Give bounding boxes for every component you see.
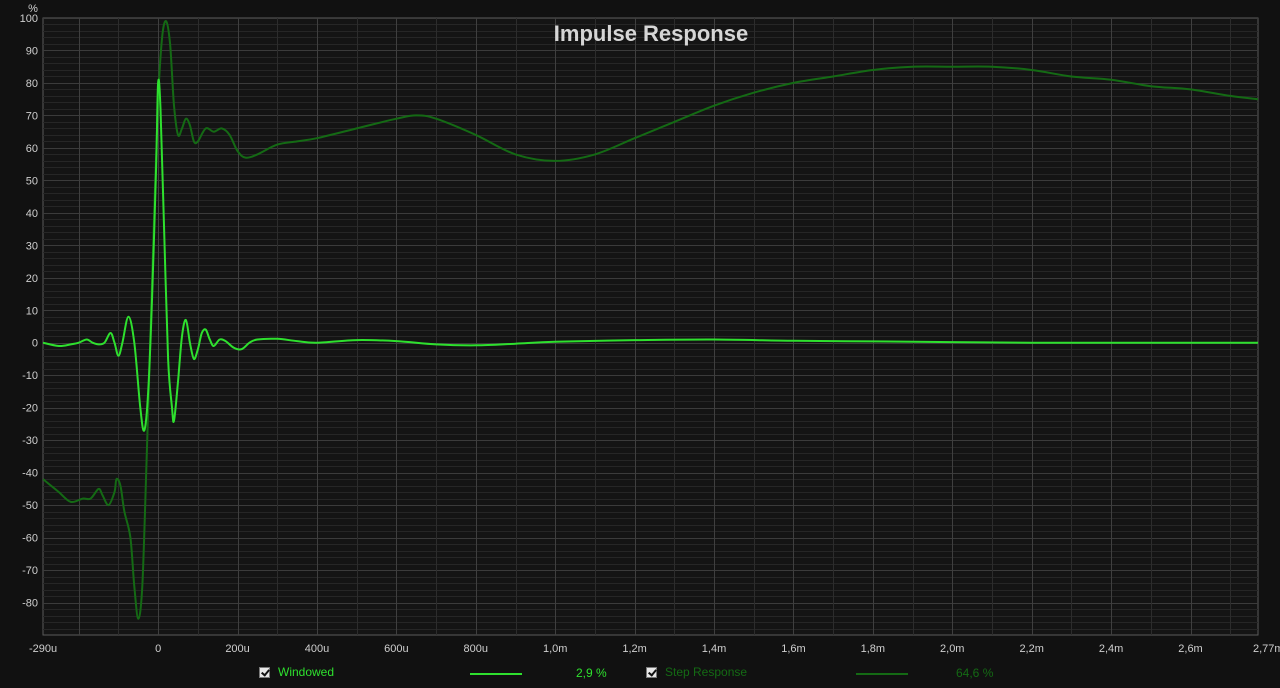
x-tick-label: 1,0m: [543, 643, 567, 655]
step-response-swatch: [856, 673, 908, 675]
y-tick-label: 20: [26, 273, 38, 285]
y-tick-label: -80: [22, 598, 38, 610]
x-tick-label: 1,2m: [622, 643, 646, 655]
grid: [42, 17, 1259, 636]
y-tick-label: 70: [26, 110, 38, 122]
step-response-label: Step Response: [665, 665, 748, 679]
windowed-checkbox[interactable]: [259, 666, 270, 678]
y-unit-label: %: [28, 3, 38, 15]
y-tick-label: -10: [22, 370, 38, 382]
impulse-response-chart: 1009080706050403020100-10-20-30-40-50-60…: [20, 3, 1280, 655]
x-tick-label: 1,4m: [702, 643, 726, 655]
legend-item-step-response[interactable]: Step Response: [646, 665, 747, 679]
x-tick-label: 1,8m: [861, 643, 885, 655]
x-tick-label: -290u: [29, 643, 57, 655]
plot-area: [42, 17, 1259, 636]
x-tick-label: 2,6m: [1178, 643, 1202, 655]
step-response-value: 64,6 %: [956, 666, 994, 680]
x-tick-label: 400u: [305, 643, 329, 655]
y-tick-label: -60: [22, 533, 38, 545]
chart-title: Impulse Response: [554, 21, 748, 46]
y-tick-label: -50: [22, 500, 38, 512]
x-tick-label: 2,0m: [940, 643, 964, 655]
y-tick-label: -20: [22, 403, 38, 415]
x-tick-label: 1,6m: [781, 643, 805, 655]
x-tick-label: 2,2m: [1019, 643, 1043, 655]
legend: Windowed 2,9 % Step Response 64,6 %: [0, 660, 1280, 686]
windowed-swatch: [470, 673, 522, 675]
y-tick-label: 10: [26, 305, 38, 317]
y-tick-label: 0: [32, 338, 38, 350]
windowed-label: Windowed: [278, 665, 335, 679]
x-tick-label: 0: [155, 643, 161, 655]
x-tick-label: 600u: [384, 643, 408, 655]
y-tick-label: 50: [26, 175, 38, 187]
y-tick-label: 90: [26, 45, 38, 57]
y-tick-label: -40: [22, 468, 38, 480]
windowed-value: 2,9 %: [576, 666, 607, 680]
y-tick-label: -70: [22, 565, 38, 577]
x-tick-label: 2,77ms: [1253, 643, 1280, 655]
step-response-checkbox[interactable]: [646, 666, 657, 678]
y-tick-label: 40: [26, 208, 38, 220]
y-tick-label: -30: [22, 435, 38, 447]
y-tick-label: 30: [26, 240, 38, 252]
y-tick-label: 80: [26, 78, 38, 90]
x-tick-label: 800u: [464, 643, 488, 655]
legend-item-windowed[interactable]: Windowed: [259, 665, 334, 679]
y-tick-label: 60: [26, 143, 38, 155]
x-tick-label: 2,4m: [1099, 643, 1123, 655]
x-tick-label: 200u: [225, 643, 249, 655]
